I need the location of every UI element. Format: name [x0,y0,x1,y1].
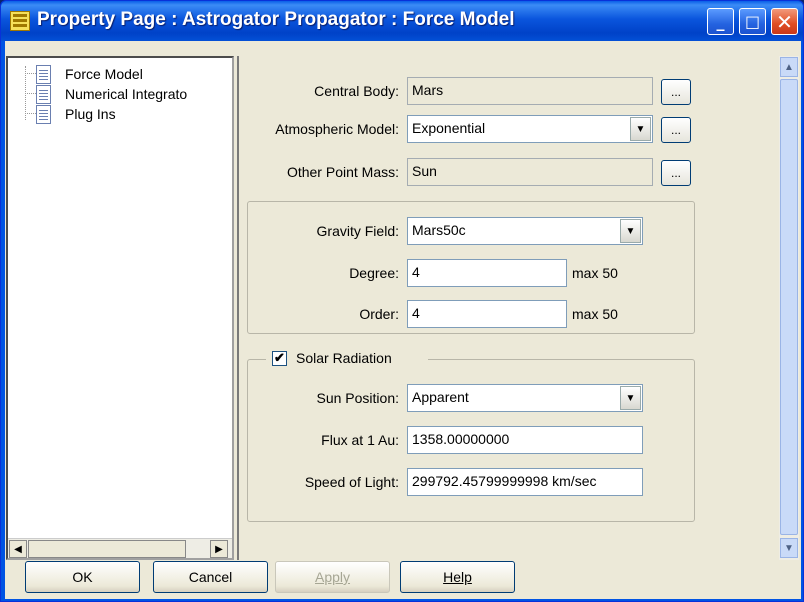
chevron-up-icon: ▲ [784,61,794,73]
atmospheric-model-label: Atmospheric Model: [275,121,399,137]
window-title: Property Page : Astrogator Propagator : … [37,9,515,30]
sun-position-label: Sun Position: [316,390,400,406]
gravity-field-label: Gravity Field: [316,223,399,239]
flux-input[interactable]: 1358.00000000 [407,426,643,454]
solar-radiation-label: Solar Radiation [296,350,392,366]
sun-position-value: Apparent [412,389,469,405]
atmospheric-model-select[interactable]: Exponential ▼ [407,115,653,143]
dialog-client-area: Force Model Numerical Integrato Plug Ins… [5,41,801,599]
title-bar[interactable]: Property Page : Astrogator Propagator : … [1,1,803,41]
minimize-button[interactable]: _ [707,8,734,35]
degree-input[interactable]: 4 [407,259,567,287]
atmospheric-model-value: Exponential [412,120,486,136]
scroll-right-button[interactable]: ▶ [210,540,228,558]
apply-button[interactable]: Apply [275,561,390,593]
maximize-button[interactable]: □ [739,8,766,35]
apply-label: Apply [314,569,351,585]
page-tree: Force Model Numerical Integrato Plug Ins… [6,56,234,560]
tree-horizontal-scrollbar[interactable]: ◀ ▶ [8,538,232,558]
chevron-down-icon[interactable]: ▼ [630,117,651,141]
speed-of-light-label: Speed of Light: [304,474,399,490]
document-icon [36,84,51,104]
order-max-label: max 50 [572,306,618,322]
other-point-mass-browse-button[interactable]: ... [661,160,691,186]
tree-item-plug-ins[interactable]: Plug Ins [36,104,116,124]
help-label: Help [443,569,472,585]
cancel-button[interactable]: Cancel [153,561,268,593]
minimize-icon: _ [716,12,725,31]
degree-max-label: max 50 [572,265,618,281]
flux-label: Flux at 1 Au: [321,432,399,448]
property-page-icon [10,11,30,31]
gravity-field-value: Mars50c [412,222,466,238]
chevron-down-icon: ▼ [784,542,794,554]
order-label: Order: [359,306,399,322]
scroll-down-button[interactable]: ▼ [780,538,798,558]
sun-position-select[interactable]: Apparent ▼ [407,384,643,412]
solar-radiation-checkbox[interactable]: ✔ [272,351,287,366]
solar-radiation-header: ✔ Solar Radiation [266,348,428,370]
speed-of-light-input[interactable]: 299792.45799999998 km/sec [407,468,643,496]
central-body-field[interactable]: Mars [407,77,653,105]
chevron-down-icon[interactable]: ▼ [620,386,641,410]
central-body-browse-button[interactable]: ... [661,79,691,105]
tree-item-label: Force Model [65,66,143,82]
scroll-left-button[interactable]: ◀ [9,540,27,558]
tree-item-label: Plug Ins [65,106,116,122]
chevron-down-icon[interactable]: ▼ [620,219,641,243]
central-body-label: Central Body: [314,83,399,99]
panel-vertical-scrollbar[interactable]: ▲ ▼ [779,56,799,560]
property-page-window: Property Page : Astrogator Propagator : … [0,0,804,602]
maximize-icon: □ [744,12,761,31]
arrow-right-icon: ▶ [215,543,223,555]
other-point-mass-field[interactable]: Sun [407,158,653,186]
order-input[interactable]: 4 [407,300,567,328]
close-icon: ✕ [776,9,793,34]
tree-item-numerical-integrator[interactable]: Numerical Integrato [36,84,187,104]
force-model-panel: Central Body: Mars ... Atmospheric Model… [237,56,799,560]
document-icon [36,64,51,84]
gravity-field-select[interactable]: Mars50c ▼ [407,217,643,245]
close-button[interactable]: ✕ [771,8,798,35]
ok-button[interactable]: OK [25,561,140,593]
document-icon [36,104,51,124]
other-point-mass-label: Other Point Mass: [286,164,399,180]
scroll-thumb[interactable] [780,79,798,535]
scroll-up-button[interactable]: ▲ [780,57,798,77]
tree-item-force-model[interactable]: Force Model [36,64,143,84]
atmospheric-model-browse-button[interactable]: ... [661,117,691,143]
scroll-thumb[interactable] [28,540,186,558]
degree-label: Degree: [349,265,399,281]
arrow-left-icon: ◀ [14,543,22,555]
tree-item-label: Numerical Integrato [65,86,188,102]
help-button[interactable]: Help [400,561,515,593]
